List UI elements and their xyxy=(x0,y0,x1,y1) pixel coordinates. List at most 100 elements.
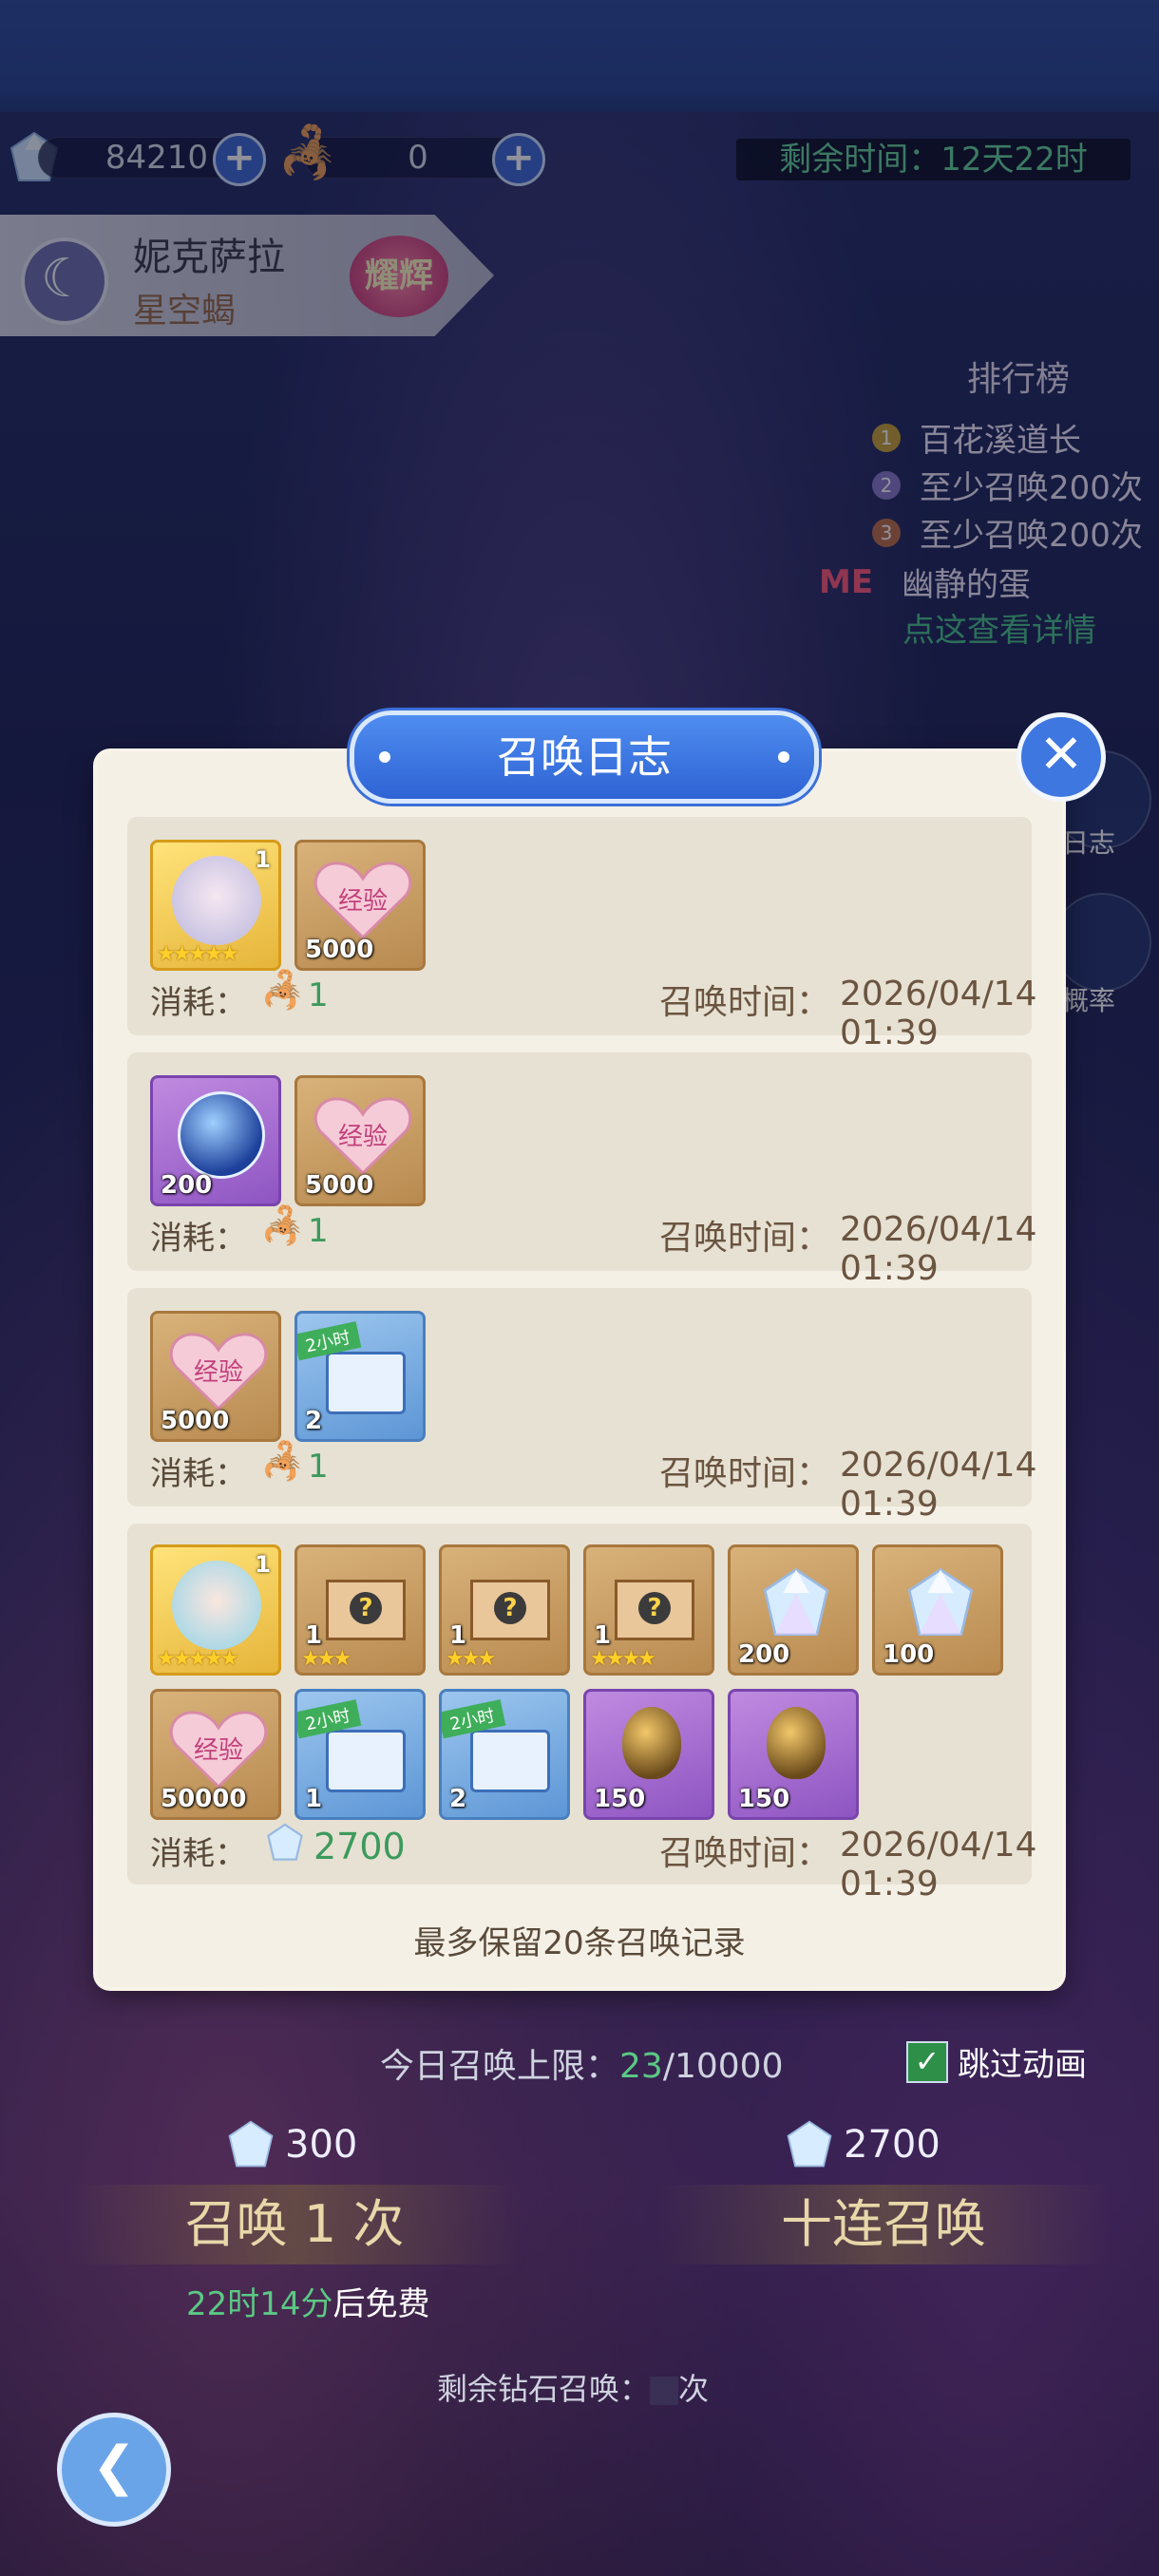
item-chest[interactable]: 2小时 1 xyxy=(294,1689,426,1820)
hero-portrait xyxy=(172,856,261,945)
item-mystery-box[interactable]: ? 1 ★★★★ xyxy=(583,1544,714,1676)
single-price-value: 300 xyxy=(285,2123,358,2167)
item-qty: 200 xyxy=(161,1171,213,1200)
item-chest[interactable]: 2小时 2 xyxy=(294,1311,426,1442)
item-qty: 1 xyxy=(305,1785,323,1813)
ten-price: 2700 xyxy=(783,2118,940,2171)
item-exp[interactable]: 经验 5000 xyxy=(294,840,426,971)
exp-heart-icon: 经验 xyxy=(314,862,412,940)
summon-record: 1 ★★★★★ 经验 5000 消耗： 🦂 1 召唤时间： 2026/04/14… xyxy=(127,817,1037,1052)
exp-heart-icon: 经验 xyxy=(314,1097,412,1176)
item-qty: 150 xyxy=(738,1785,790,1813)
diamond-icon xyxy=(787,2120,832,2168)
item-mystery-box[interactable]: ? 1 ★★★ xyxy=(294,1544,426,1676)
summon-once-button[interactable]: 召唤 1 次 xyxy=(66,2185,522,2264)
hero-portrait xyxy=(172,1561,261,1650)
record-limit-note: 最多保留20条召唤记录 xyxy=(413,1924,746,1962)
egg-icon xyxy=(767,1707,826,1779)
cost-value: 1 xyxy=(308,1448,329,1486)
egg-icon xyxy=(622,1707,681,1779)
exp-heart-icon: 经验 xyxy=(169,1711,268,1790)
chest-icon xyxy=(326,1352,406,1414)
remaining-label: 剩余钻石召唤： xyxy=(437,2371,651,2407)
skip-animation-label: 跳过动画 xyxy=(958,2046,1087,2084)
item-qty: 5000 xyxy=(305,936,374,964)
summon-record: 1 ★★★★★ ? 1 ★★★ ? 1 ★★★ ? 1 ★★★★ 200 100… xyxy=(127,1524,1037,1904)
item-qty: 5000 xyxy=(161,1407,230,1435)
item-stars: ★★★★★ xyxy=(157,942,239,966)
summon-record: 经验 5000 2小时 2 消耗： 🦂 1 召唤时间： 2026/04/14 0… xyxy=(127,1288,1037,1524)
item-stars: ★★★ xyxy=(301,1647,352,1671)
remaining-count xyxy=(650,2377,679,2405)
item-qty: 5000 xyxy=(305,1171,374,1200)
item-stars: ★★★ xyxy=(446,1647,496,1671)
item-qty: 150 xyxy=(594,1785,646,1813)
title-dot-right xyxy=(778,751,789,763)
dialog-title-text: 召唤日志 xyxy=(497,731,672,783)
time-value: 2026/04/14 01:39 xyxy=(840,1826,1037,1904)
diamond-icon xyxy=(763,1567,829,1637)
summon-record: 200 经验 5000 消耗： 🦂 1 召唤时间： 2026/04/14 01:… xyxy=(127,1052,1037,1288)
free-countdown: 22时14分后免费 xyxy=(186,2278,430,2324)
scorpion-icon: 🦂 xyxy=(260,969,306,1011)
summon-ten-button[interactable]: 十连召唤 xyxy=(656,2185,1112,2264)
time-label: 召唤时间： xyxy=(659,1454,831,1493)
item-qty: 50000 xyxy=(161,1785,247,1813)
item-mystery-box[interactable]: ? 1 ★★★ xyxy=(439,1544,570,1676)
item-diamond[interactable]: 100 xyxy=(872,1544,1003,1676)
item-stars: ★★★★★ xyxy=(157,1647,239,1671)
time-value: 2026/04/14 01:39 xyxy=(840,1446,1037,1524)
back-arrow-icon[interactable]: ❮ xyxy=(57,2413,171,2527)
item-qty: 1 xyxy=(449,1621,467,1650)
close-icon[interactable]: ✕ xyxy=(1016,712,1106,802)
item-exp[interactable]: 经验 50000 xyxy=(150,1689,281,1820)
item-egg[interactable]: 150 xyxy=(583,1689,714,1820)
mystery-box-icon: ? xyxy=(326,1580,406,1640)
exp-heart-icon: 经验 xyxy=(169,1333,268,1411)
svg-text:经验: 经验 xyxy=(194,1358,243,1387)
cost-value: 1 xyxy=(308,976,329,1014)
cost-value: 1 xyxy=(308,1212,329,1250)
svg-text:经验: 经验 xyxy=(338,887,388,916)
checkbox-checked-icon: ✓ xyxy=(906,2040,948,2083)
item-qty: 100 xyxy=(883,1640,935,1669)
item-stars: ★★★★ xyxy=(590,1647,656,1671)
item-egg[interactable]: 150 xyxy=(728,1689,859,1820)
item-exp[interactable]: 经验 5000 xyxy=(150,1311,281,1442)
cost-label: 消耗： xyxy=(150,1220,247,1258)
item-star-orb[interactable]: 200 xyxy=(150,1075,281,1206)
item-level: 1 xyxy=(255,1551,271,1578)
time-label: 召唤时间： xyxy=(659,1834,831,1873)
item-hero[interactable]: 1 ★★★★★ xyxy=(150,1544,281,1676)
item-qty: 200 xyxy=(738,1640,790,1669)
chest-icon xyxy=(470,1730,550,1792)
diamond-icon xyxy=(228,2120,274,2168)
mystery-box-icon: ? xyxy=(615,1580,694,1640)
free-countdown-time: 22时14分 xyxy=(186,2285,333,2323)
cost-value: 2700 xyxy=(314,1826,406,1867)
item-hero[interactable]: 1 ★★★★★ xyxy=(150,840,281,971)
svg-text:经验: 经验 xyxy=(338,1123,388,1151)
item-chest[interactable]: 2小时 2 xyxy=(439,1689,570,1820)
diamond-icon xyxy=(267,1823,303,1861)
time-label: 召唤时间： xyxy=(659,983,831,1022)
star-orb-icon xyxy=(178,1091,265,1179)
skip-animation-toggle[interactable]: ✓ 跳过动画 xyxy=(906,2038,1087,2085)
svg-text:经验: 经验 xyxy=(194,1736,243,1765)
diamond-icon xyxy=(907,1567,974,1637)
scorpion-icon: 🦂 xyxy=(260,1204,306,1246)
single-price: 300 xyxy=(224,2118,357,2171)
item-level: 1 xyxy=(255,846,271,873)
time-label: 召唤时间： xyxy=(659,1219,831,1258)
daily-limit-label: 今日召唤上限： xyxy=(380,2047,620,2086)
item-qty: 2 xyxy=(305,1407,323,1435)
scorpion-icon: 🦂 xyxy=(260,1440,306,1482)
item-qty: 1 xyxy=(305,1621,323,1650)
item-diamond[interactable]: 200 xyxy=(728,1544,859,1676)
item-qty: 2 xyxy=(449,1785,467,1813)
cost-label: 消耗： xyxy=(150,984,247,1022)
cost-label: 消耗： xyxy=(150,1455,247,1493)
item-exp[interactable]: 经验 5000 xyxy=(294,1075,426,1206)
cost-label: 消耗： xyxy=(150,1835,247,1873)
remaining-diamond-summons: 剩余钻石召唤： 次 xyxy=(437,2365,709,2409)
